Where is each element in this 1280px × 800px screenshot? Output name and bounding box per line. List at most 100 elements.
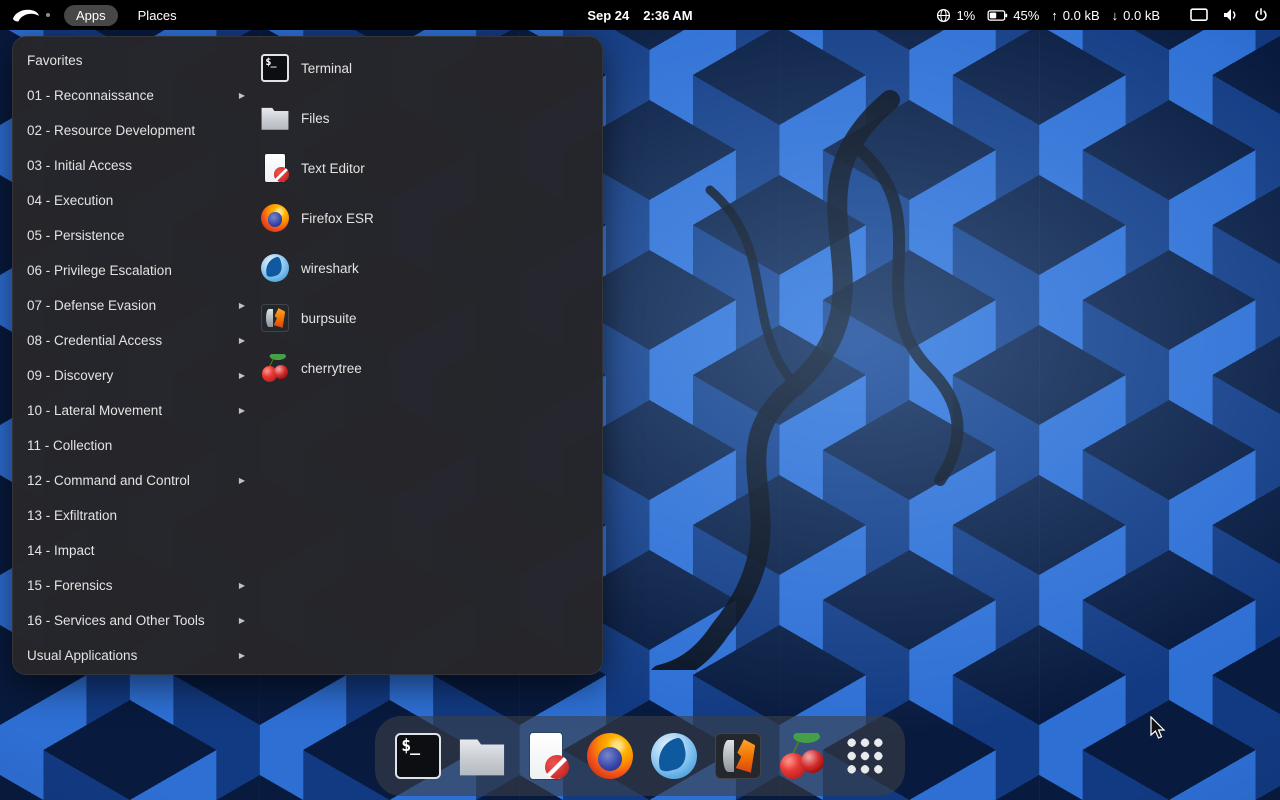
dock-terminal-icon[interactable]: $_ (395, 733, 441, 779)
menu-category-favorites[interactable]: Favorites (13, 43, 257, 78)
dock-text-editor-icon[interactable] (523, 733, 569, 779)
dock-files-icon[interactable] (459, 733, 505, 779)
menu-category-12-command-and-control[interactable]: 12 - Command and Control▶ (13, 463, 257, 498)
files-icon (261, 104, 289, 132)
menu-app-cherrytree[interactable]: cherrytree (261, 343, 592, 393)
submenu-arrow-icon: ▶ (239, 91, 245, 100)
battery-indicator[interactable]: 45% (987, 8, 1039, 23)
terminal-glyph: $_ (401, 736, 419, 755)
app-label: Files (301, 111, 330, 126)
menu-category-10-lateral-movement[interactable]: 10 - Lateral Movement ▶ (13, 393, 257, 428)
menu-app-terminal[interactable]: $_ Terminal (261, 43, 592, 93)
submenu-arrow-icon: ▶ (239, 581, 245, 590)
network-percent: 1% (956, 8, 975, 23)
places-button[interactable]: Places (132, 5, 183, 26)
download-arrow-icon: ↓ (1112, 9, 1119, 22)
submenu-arrow-icon: ▶ (239, 301, 245, 310)
upload-indicator[interactable]: ↑ 0.0 kB (1051, 8, 1099, 23)
dock-wireshark-icon[interactable] (651, 733, 697, 779)
burpsuite-icon (261, 304, 289, 332)
clock-time: 2:36 AM (643, 8, 692, 23)
menu-category-04-execution[interactable]: 04 - Execution (13, 183, 257, 218)
menu-category-01-reconnaissance[interactable]: 01 - Reconnaissance ▶ (13, 78, 257, 113)
category-label: 13 - Exfiltration (27, 508, 117, 523)
app-label: Text Editor (301, 161, 365, 176)
menu-app-files[interactable]: Files (261, 93, 592, 143)
category-label: 04 - Execution (27, 193, 113, 208)
network-indicator[interactable]: 1% (936, 8, 975, 23)
top-panel: Apps Places Sep 24 2:36 AM 1% 45% ↑ 0.0 … (0, 0, 1280, 30)
menu-category-14-impact[interactable]: 14 - Impact (13, 533, 257, 568)
apps-button[interactable]: Apps (64, 5, 118, 26)
menu-category-13-exfiltration[interactable]: 13 - Exfiltration (13, 498, 257, 533)
submenu-arrow-icon: ▶ (239, 406, 245, 415)
menu-category-list: Favorites 01 - Reconnaissance ▶ 02 - Resour… (13, 43, 257, 673)
dock: $_ (375, 716, 905, 796)
menu-app-firefox-esr[interactable]: Firefox ESR (261, 193, 592, 243)
power-icon[interactable] (1254, 8, 1268, 22)
firefox-icon (261, 204, 289, 232)
category-label: Usual Applications (27, 648, 137, 663)
quick-settings (1190, 8, 1268, 22)
category-label: 11 - Collection (27, 438, 112, 453)
submenu-arrow-icon: ▶ (239, 651, 245, 660)
download-indicator[interactable]: ↓ 0.0 kB (1112, 8, 1160, 23)
speaker-icon[interactable] (1223, 8, 1239, 22)
cherrytree-icon (261, 354, 289, 382)
app-label: cherrytree (301, 361, 362, 376)
menu-app-wireshark[interactable]: wireshark (261, 243, 592, 293)
submenu-arrow-icon: ▶ (239, 371, 245, 380)
menu-app-text-editor[interactable]: Text Editor (261, 143, 592, 193)
menu-category-08-credential-access[interactable]: 08 - Credential Access ▶ (13, 323, 257, 358)
menu-favorites-list: $_ Terminal Files Text Editor Firefox ESR wir… (261, 43, 592, 393)
upload-arrow-icon: ↑ (1051, 9, 1058, 22)
category-label: 09 - Discovery (27, 368, 113, 383)
category-label: Favorites (27, 53, 83, 68)
category-label: 02 - Resource Development (27, 123, 195, 138)
menu-category-02-resource-development[interactable]: 02 - Resource Development (13, 113, 257, 148)
menu-category-09-discovery[interactable]: 09 - Discovery ▶ (13, 358, 257, 393)
kali-logo-icon (12, 7, 40, 23)
submenu-arrow-icon: ▶ (239, 616, 245, 625)
category-label: 03 - Initial Access (27, 158, 132, 173)
category-label: 01 - Reconnaissance (27, 88, 154, 103)
dock-burpsuite-icon[interactable] (715, 733, 761, 779)
dock-firefox-icon[interactable] (587, 733, 633, 779)
category-label: 08 - Credential Access (27, 333, 162, 348)
app-label: Firefox ESR (301, 211, 374, 226)
app-label: Terminal (301, 61, 352, 76)
menu-category-06-privilege-escalation[interactable]: 06 - Privilege Escalation (13, 253, 257, 288)
submenu-arrow-icon: ▶ (239, 336, 245, 345)
dock-cherrytree-icon[interactable] (779, 733, 825, 779)
panel-dot (46, 13, 50, 17)
panel-left: Apps Places (0, 5, 183, 26)
category-label: 12 - Command and Control (27, 473, 190, 488)
menu-category-usual-applications[interactable]: Usual Applications ▶ (13, 638, 257, 673)
app-label: burpsuite (301, 311, 357, 326)
terminal-glyph: $_ (265, 57, 275, 68)
upload-rate: 0.0 kB (1063, 8, 1100, 23)
category-label: 07 - Defense Evasion (27, 298, 156, 313)
category-label: 06 - Privilege Escalation (27, 263, 172, 278)
globe-icon (936, 8, 951, 23)
menu-category-07-defense-evasion[interactable]: 07 - Defense Evasion ▶ (13, 288, 257, 323)
download-rate: 0.0 kB (1123, 8, 1160, 23)
category-label: 16 - Services and Other Tools (27, 613, 205, 628)
menu-category-03-initial-access[interactable]: 03 - Initial Access (13, 148, 257, 183)
category-label: 10 - Lateral Movement (27, 403, 162, 418)
category-label: 14 - Impact (27, 543, 95, 558)
menu-category-05-persistence[interactable]: 05 - Persistence (13, 218, 257, 253)
menu-category-15-forensics[interactable]: 15 - Forensics ▶ (13, 568, 257, 603)
clock[interactable]: Sep 24 2:36 AM (587, 0, 692, 30)
app-label: wireshark (301, 261, 359, 276)
battery-percent: 45% (1013, 8, 1039, 23)
menu-category-16-services-and-other-tools[interactable]: 16 - Services and Other Tools ▶ (13, 603, 257, 638)
system-tray: 1% 45% ↑ 0.0 kB ↓ 0.0 kB (924, 8, 1280, 23)
menu-category-11-collection[interactable]: 11 - Collection (13, 428, 257, 463)
mouse-cursor (1149, 716, 1167, 740)
dock-show-apps-icon[interactable] (845, 736, 885, 776)
display-icon[interactable] (1190, 8, 1208, 22)
category-label: 15 - Forensics (27, 578, 113, 593)
text-editor-icon (261, 154, 289, 182)
menu-app-burpsuite[interactable]: burpsuite (261, 293, 592, 343)
